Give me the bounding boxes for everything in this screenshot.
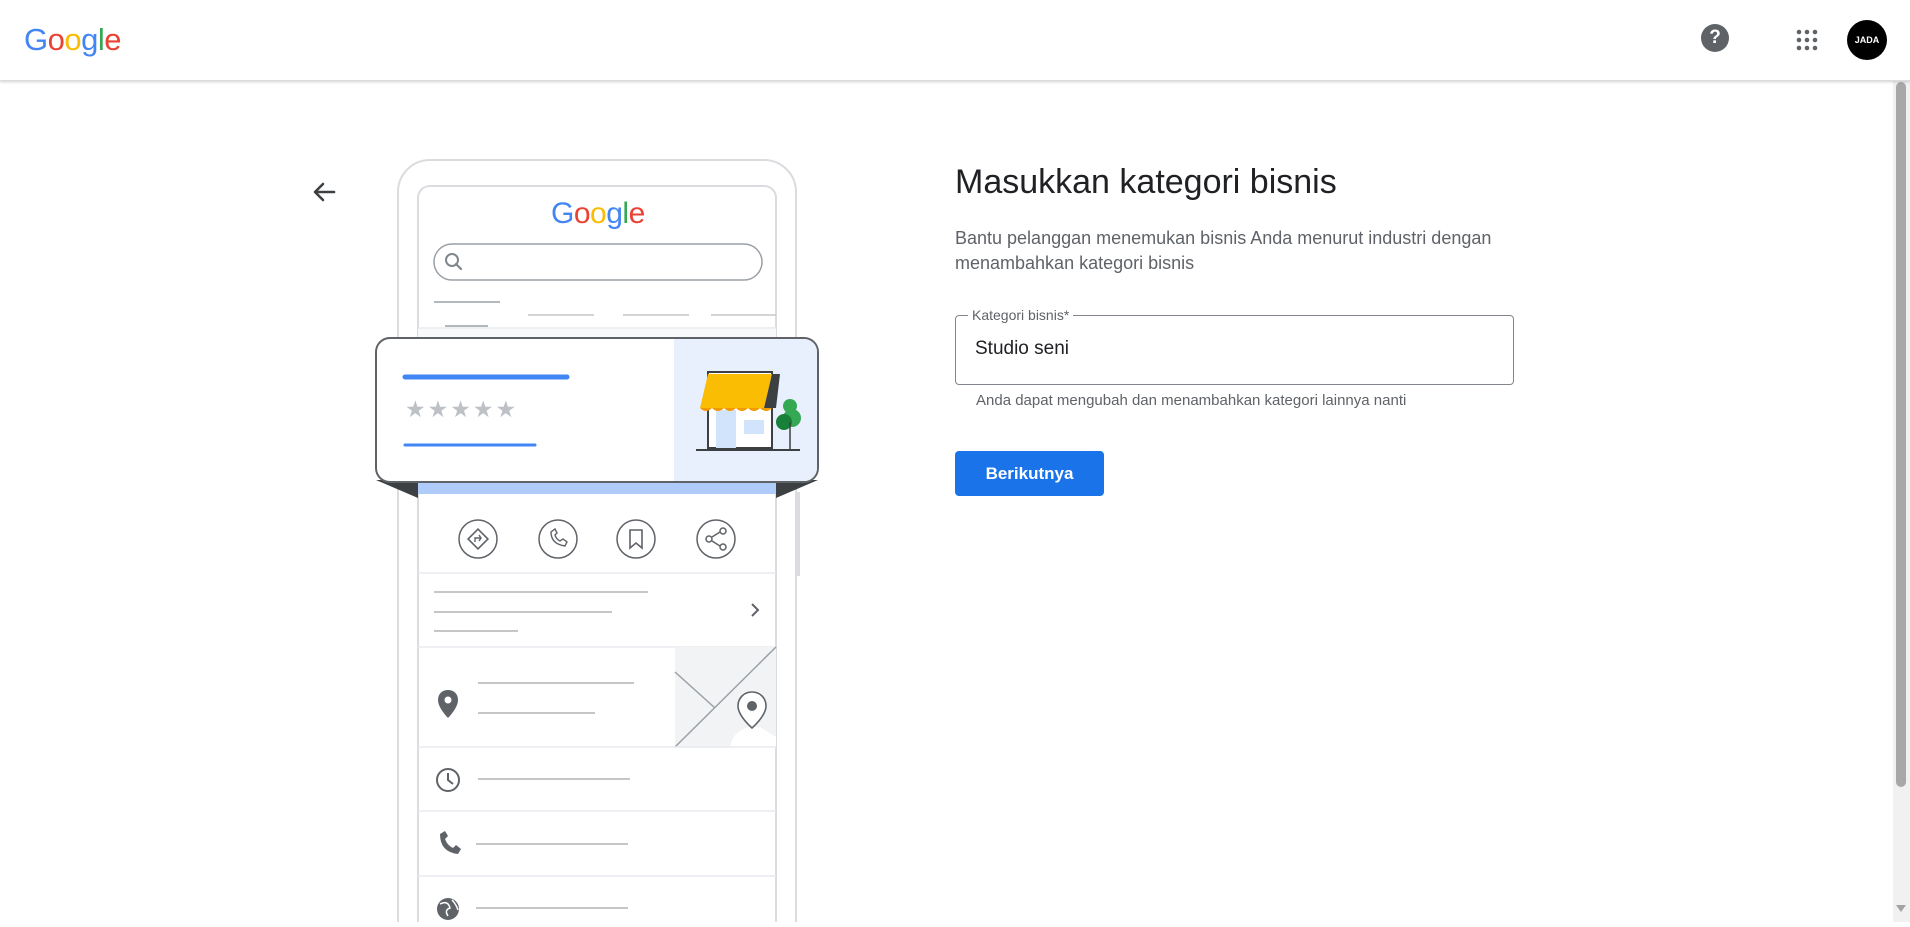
phone-illustration-svg bbox=[375, 159, 819, 927]
logo-letter: o bbox=[573, 197, 591, 230]
business-category-label: Kategori bisnis* bbox=[968, 306, 1074, 324]
illustration-google-logo: Google bbox=[551, 196, 645, 232]
page-subtitle: Bantu pelanggan menemukan bisnis Anda me… bbox=[955, 228, 1492, 273]
back-arrow-button[interactable] bbox=[308, 176, 340, 208]
scrollbar-thumb[interactable] bbox=[1896, 82, 1906, 787]
business-category-input[interactable] bbox=[975, 338, 1475, 360]
logo-letter: e bbox=[628, 197, 646, 230]
logo-letter: G bbox=[551, 197, 574, 230]
help-icon[interactable]: ? bbox=[1701, 24, 1729, 52]
logo-letter: g bbox=[606, 197, 623, 230]
top-app-bar: Google ? JADA bbox=[0, 0, 1910, 81]
back-arrow-icon bbox=[313, 182, 336, 202]
field-helper-text: Anda dapat mengubah dan menambahkan kate… bbox=[976, 392, 1407, 409]
apps-grid-svg bbox=[1796, 29, 1818, 51]
help-glyph: ? bbox=[1709, 27, 1721, 48]
page-title: Masukkan kategori bisnis bbox=[955, 163, 1337, 201]
logo-letter: o bbox=[47, 22, 65, 57]
google-logo[interactable]: Google bbox=[24, 20, 122, 60]
logo-letter: o bbox=[590, 197, 607, 230]
account-avatar[interactable]: JADA bbox=[1847, 20, 1887, 60]
scroll-down-arrow-icon[interactable] bbox=[1896, 905, 1906, 912]
business-category-field[interactable]: Kategori bisnis* bbox=[955, 306, 1514, 385]
next-button[interactable]: Berikutnya bbox=[955, 451, 1104, 496]
logo-letter: e bbox=[104, 22, 122, 57]
avatar-text: JADA bbox=[1854, 35, 1880, 45]
phone-illustration: Google ★★★★★ bbox=[370, 158, 822, 927]
apps-grid-icon[interactable] bbox=[1795, 28, 1819, 52]
logo-letter: G bbox=[24, 22, 48, 57]
search-bar-shape bbox=[433, 243, 763, 281]
logo-letter: o bbox=[64, 22, 82, 57]
globe-icon bbox=[437, 898, 459, 920]
star-rating: ★★★★★ bbox=[405, 397, 519, 423]
logo-letter: g bbox=[81, 22, 98, 57]
